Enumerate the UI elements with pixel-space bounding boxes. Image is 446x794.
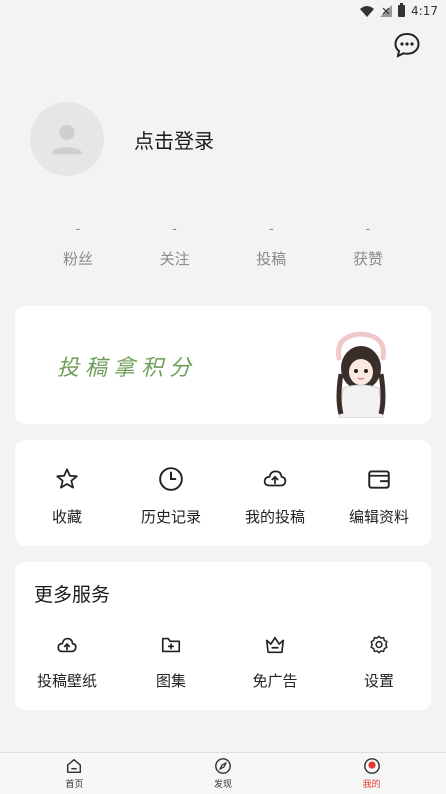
edit-profile-button[interactable]: 编辑资料 (327, 440, 431, 546)
stat-value: - (172, 222, 177, 237)
star-icon (56, 468, 78, 489)
promo-banner[interactable]: 投稿拿积分 (15, 306, 431, 424)
stat-value: - (268, 222, 274, 237)
tab-mine-label: 我的 (362, 780, 381, 790)
tab-discover[interactable]: 发现 (149, 753, 298, 794)
my-submissions-label: 我的投稿 (244, 508, 305, 526)
default-user-icon (51, 124, 83, 155)
ad-free-button[interactable]: 免广告 (223, 634, 327, 691)
stat-label: 投稿 (256, 250, 287, 268)
stat-fans[interactable]: - 粉丝 (30, 222, 126, 269)
stat-label: 获赞 (352, 250, 383, 268)
tab-home[interactable]: 首页 (0, 753, 149, 794)
settings-label: 设置 (363, 672, 394, 690)
message-button[interactable] (392, 30, 422, 60)
tab-discover-label: 发现 (214, 780, 233, 790)
status-time: 4:17 (411, 4, 438, 18)
folder-plus-icon (161, 637, 181, 653)
stat-value: - (75, 222, 81, 237)
history-label: 历史记录 (140, 508, 201, 526)
no-signal-icon (380, 5, 393, 17)
compass-icon (215, 758, 231, 774)
my-submissions-button[interactable]: 我的投稿 (223, 440, 327, 546)
profile-icon (363, 758, 380, 774)
edit-profile-label: 编辑资料 (348, 508, 409, 526)
profile-section[interactable]: 点击登录 (30, 102, 214, 176)
cloud-upload-icon (57, 637, 77, 653)
favorites-button[interactable]: 收藏 (15, 440, 119, 546)
home-icon (67, 758, 82, 774)
login-link[interactable]: 点击登录 (134, 125, 214, 154)
clock-icon (159, 467, 183, 491)
more-services: 更多服务 投稿壁纸 图集 免广告 设置 (15, 562, 431, 710)
stat-submissions[interactable]: - 投稿 (223, 222, 319, 269)
albums-button[interactable]: 图集 (119, 634, 223, 691)
crown-icon (265, 636, 285, 654)
wallet-icon (368, 470, 390, 489)
banner-text: 投稿拿积分 (57, 356, 198, 381)
services-row: 投稿壁纸 图集 免广告 设置 (15, 634, 431, 691)
albums-label: 图集 (155, 672, 186, 690)
anime-girl-illustration (335, 331, 387, 418)
stat-following[interactable]: - 关注 (127, 222, 223, 269)
upload-wallpaper-button[interactable]: 投稿壁纸 (15, 634, 119, 691)
bottom-tabbar: 首页 发现 我的 (0, 752, 446, 794)
tab-mine[interactable]: 我的 (297, 753, 446, 794)
stat-likes[interactable]: - 获赞 (320, 222, 416, 269)
cloud-upload-icon (263, 470, 287, 487)
stat-label: 关注 (159, 250, 190, 268)
avatar[interactable] (30, 102, 104, 176)
chat-bubble-icon (394, 32, 420, 58)
stat-value: - (365, 222, 371, 237)
wifi-icon (360, 5, 375, 17)
more-services-title: 更多服务 (34, 584, 111, 606)
stats-row: - 粉丝 - 关注 - 投稿 - 获赞 (30, 222, 416, 269)
favorites-label: 收藏 (51, 508, 82, 526)
stat-label: 粉丝 (62, 250, 93, 268)
gear-icon (370, 635, 388, 654)
history-button[interactable]: 历史记录 (119, 440, 223, 546)
status-bar: 4:17 (0, 0, 446, 22)
battery-icon (398, 3, 406, 17)
tab-home-label: 首页 (65, 780, 84, 790)
quick-actions: 收藏 历史记录 我的投稿 编辑资料 (15, 440, 431, 546)
upload-wallpaper-label: 投稿壁纸 (36, 672, 97, 690)
settings-button[interactable]: 设置 (327, 634, 431, 691)
ad-free-label: 免广告 (252, 672, 298, 690)
